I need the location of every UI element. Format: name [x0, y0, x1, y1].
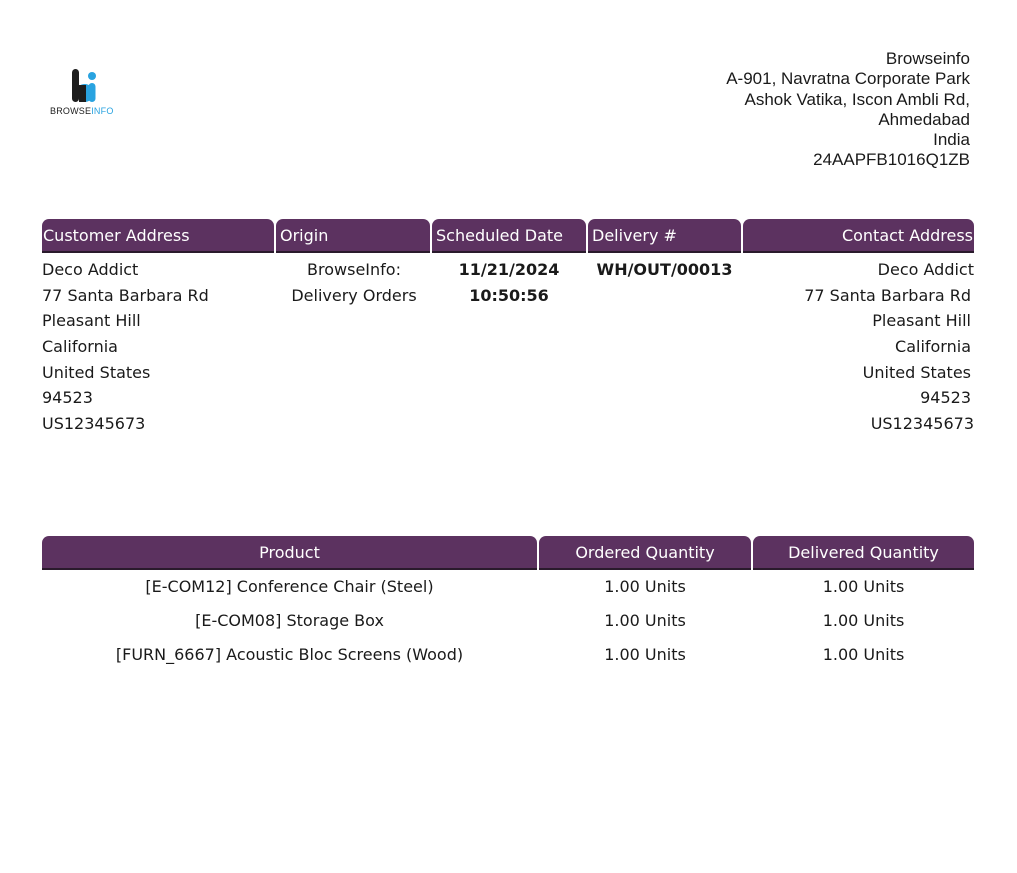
contact-name: Deco Addict — [877, 260, 974, 279]
contact-zip: 94523 — [920, 388, 971, 408]
header-scheduled-date: Scheduled Date — [432, 219, 586, 253]
customer-state: California — [42, 337, 118, 357]
company-address-line: Ashok Vatika, Iscon Ambli Rd, — [744, 89, 970, 109]
contact-vat: US12345673 — [870, 414, 974, 434]
company-logo: BROWSEINFO — [50, 66, 120, 118]
contact-address: Deco Addict 77 Santa Barbara Rd Pleasant… — [743, 257, 974, 437]
customer-zip: 94523 — [42, 388, 93, 408]
origin-value: BrowseInfo: Delivery Orders — [276, 257, 432, 308]
customer-name: Deco Addict — [42, 260, 139, 279]
delivery-number: WH/OUT/00013 — [596, 260, 733, 279]
product-name: [E-COM08] Storage Box — [195, 611, 384, 630]
company-tax-id: 24AAPFB1016Q1ZB — [813, 150, 970, 170]
company-address: Browseinfo A-901, Navratna Corporate Par… — [726, 49, 970, 171]
contact-country: United States — [862, 362, 971, 382]
customer-country: United States — [42, 362, 151, 382]
delivered-quantity: 1.00 Units — [822, 645, 905, 664]
header-contact-address: Contact Address — [743, 219, 974, 253]
customer-vat: US12345673 — [42, 414, 146, 434]
header-delivered-quantity: Delivered Quantity — [753, 536, 974, 570]
header-origin: Origin — [276, 219, 430, 253]
contact-street: 77 Santa Barbara Rd — [804, 285, 971, 305]
company-address-line: A-901, Navratna Corporate Park — [726, 69, 970, 89]
browseinfo-logo-icon — [72, 69, 96, 102]
company-name: Browseinfo — [885, 49, 970, 68]
company-city: Ahmedabad — [878, 109, 970, 129]
product-name: [E-COM12] Conference Chair (Steel) — [145, 577, 434, 596]
origin-line: BrowseInfo: — [307, 260, 401, 279]
product-name: [FURN_6667] Acoustic Bloc Screens (Wood) — [115, 645, 464, 664]
ordered-quantity: 1.00 Units — [604, 645, 686, 664]
logo-wordmark-dark: BROWSE — [50, 106, 92, 116]
customer-address: Deco Addict 77 Santa Barbara Rd Pleasant… — [42, 257, 209, 437]
header-ordered-quantity: Ordered Quantity — [539, 536, 751, 570]
scheduled-date-value: 11/21/2024 10:50:56 — [432, 257, 586, 308]
table-row: [E-COM12] Conference Chair (Steel) 1.00 … — [42, 570, 974, 604]
delivery-number-value: WH/OUT/00013 — [588, 257, 741, 283]
ordered-quantity: 1.00 Units — [604, 611, 686, 630]
company-country: India — [933, 130, 970, 150]
origin-line: Delivery Orders — [291, 285, 417, 305]
header-delivery-number: Delivery # — [588, 219, 741, 253]
contact-state: California — [895, 337, 971, 357]
customer-city: Pleasant Hill — [42, 311, 141, 331]
delivered-quantity: 1.00 Units — [822, 611, 905, 630]
table-row: [E-COM08] Storage Box 1.00 Units 1.00 Un… — [42, 604, 974, 638]
table-row: [FURN_6667] Acoustic Bloc Screens (Wood)… — [42, 638, 974, 672]
header-customer-address: Customer Address — [42, 219, 274, 253]
logo-wordmark: BROWSEINFO — [50, 106, 114, 116]
ordered-quantity: 1.00 Units — [604, 577, 686, 596]
header-product: Product — [42, 536, 537, 570]
logo-wordmark-blue: INFO — [91, 106, 114, 116]
customer-street: 77 Santa Barbara Rd — [42, 285, 209, 305]
delivered-quantity: 1.00 Units — [822, 577, 905, 596]
scheduled-time: 10:50:56 — [469, 285, 549, 305]
contact-city: Pleasant Hill — [872, 311, 971, 331]
scheduled-date: 11/21/2024 — [458, 260, 560, 279]
